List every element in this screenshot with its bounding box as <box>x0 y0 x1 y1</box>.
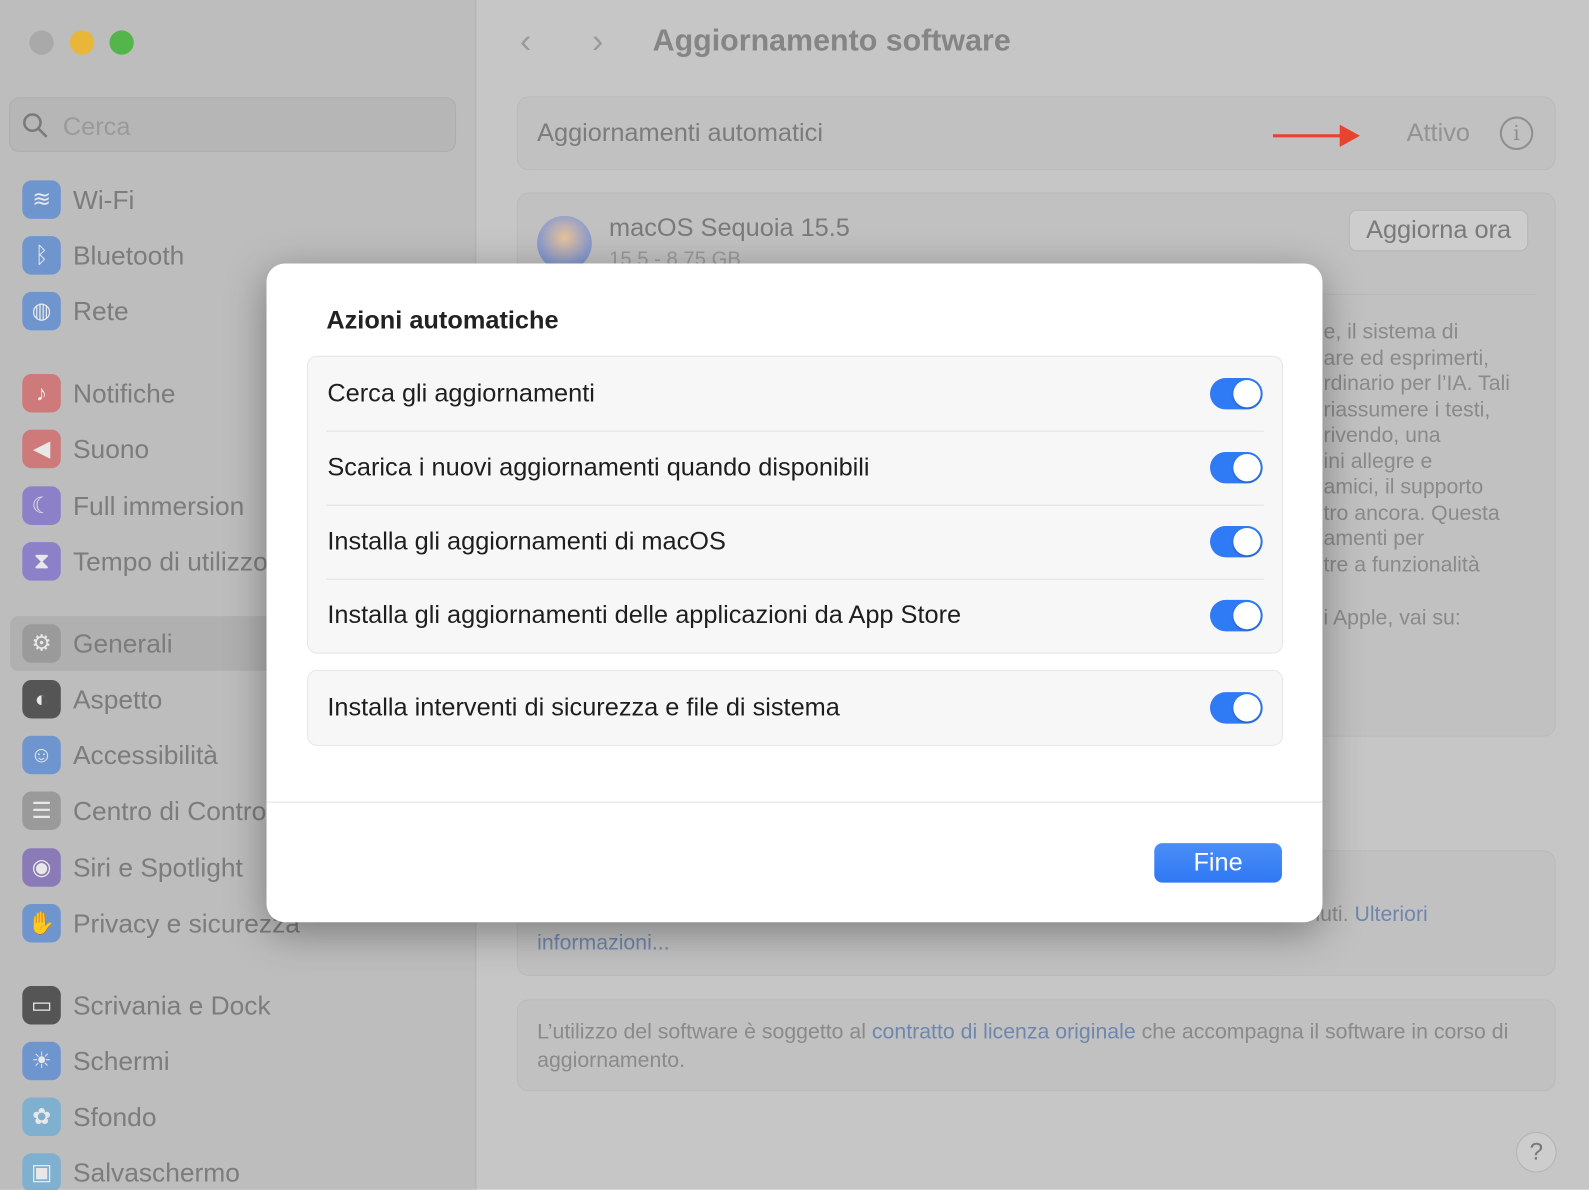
moon-icon: ☾ <box>22 486 61 525</box>
sidebar-item-label: Schermi <box>72 1045 170 1077</box>
setting-row: Installa interventi di sicurezza e file … <box>308 671 1282 745</box>
auto-updates-row[interactable]: Aggiornamenti automatici Attivo i <box>516 96 1556 171</box>
setting-toggle[interactable] <box>1209 599 1263 632</box>
sidebar-item-label: Bluetooth <box>72 240 185 271</box>
setting-toggle[interactable] <box>1209 525 1263 558</box>
speaker-icon: ◀ <box>22 429 61 469</box>
sidebar-item-label: Notifiche <box>72 377 176 409</box>
auto-updates-value: Attivo <box>1406 118 1470 147</box>
sidebar-item-label: Generali <box>72 628 173 659</box>
sidebar-item-scrivania-e-dock[interactable]: ▭ Scrivania e Dock <box>10 978 466 1033</box>
accessibility-icon: ☺ <box>22 735 61 775</box>
sidebar-item-label: Accessibilità <box>72 739 218 771</box>
wifi-icon: ≋ <box>22 180 61 219</box>
flower-icon: ✿ <box>22 1097 61 1137</box>
setting-toggle[interactable] <box>1209 692 1263 724</box>
description-line: tre a funzionalità <box>1323 552 1480 577</box>
forward-button[interactable]: › <box>592 22 603 62</box>
globe-icon: ◍ <box>22 291 61 331</box>
setting-label: Installa interventi di sicurezza e file … <box>327 693 840 722</box>
back-button[interactable]: ‹ <box>520 22 531 62</box>
sidebar-item-schermi[interactable]: ☀ Schermi <box>10 1034 466 1089</box>
help-button[interactable]: ? <box>1516 1131 1557 1173</box>
zoom-window-button[interactable] <box>109 30 134 55</box>
dock-icon: ▭ <box>22 986 61 1025</box>
sidebar-item-salvaschermo[interactable]: ▣ Salvaschermo <box>10 1145 466 1190</box>
search-placeholder: Cerca <box>62 112 131 141</box>
bluetooth-icon: ᛒ <box>22 236 61 275</box>
description-line: tro ancora. Questa <box>1323 501 1500 525</box>
screensaver-icon: ▣ <box>22 1153 61 1190</box>
setting-label: Installa gli aggiornamenti di macOS <box>327 526 726 556</box>
sidebar-item-label: Wi-Fi <box>72 184 135 215</box>
setting-label: Installa gli aggiornamenti delle applica… <box>327 600 962 630</box>
description-line: rivendo, una <box>1323 423 1441 447</box>
more-info-link-2[interactable]: informazioni... <box>537 930 669 956</box>
description-line: e, il sistema di <box>1323 320 1459 344</box>
automatic-actions-dialog: Azioni automatiche Cerca gli aggiornamen… <box>266 263 1323 923</box>
sidebar-item-label: Suono <box>72 433 150 465</box>
setting-row: Installa gli aggiornamenti di macOS <box>308 504 1282 579</box>
close-window-button[interactable] <box>29 30 54 55</box>
setting-label: Cerca gli aggiornamenti <box>327 379 595 408</box>
hand-icon: ✋ <box>22 903 61 943</box>
setting-toggle[interactable] <box>1209 377 1263 410</box>
dialog-title: Azioni automatiche <box>326 306 559 335</box>
macos-sequoia-icon <box>537 215 592 271</box>
setting-row: Cerca gli aggiornamenti <box>308 357 1282 431</box>
sidebar-item-label: Siri e Spotlight <box>72 852 243 883</box>
description-tail: i Apple, vai su: <box>1323 606 1461 630</box>
control-center-icon: ☰ <box>22 791 61 830</box>
more-info-link[interactable]: Ulteriori <box>1354 903 1427 926</box>
sidebar-item-label: Centro di Controllo <box>72 795 293 826</box>
bell-icon: ♪ <box>22 373 61 413</box>
description-line: ini allegre e <box>1323 449 1433 473</box>
dialog-divider <box>266 801 1323 803</box>
sidebar-item-label: Full immersion <box>72 490 245 521</box>
description-line: rdinario per l’IA. Tali <box>1323 371 1510 396</box>
minimize-window-button[interactable] <box>69 30 95 55</box>
sun-icon: ☀ <box>22 1041 61 1081</box>
update-name: macOS Sequoia 15.5 <box>609 213 850 243</box>
auto-updates-label: Aggiornamenti automatici <box>537 118 823 147</box>
sidebar-item-wi-fi[interactable]: ≋ Wi-Fi <box>10 172 466 227</box>
setting-toggle[interactable] <box>1209 451 1263 484</box>
license-card: L’utilizzo del software è soggetto al co… <box>516 999 1556 1092</box>
search-input[interactable]: Cerca <box>9 97 457 153</box>
sidebar-item-label: Salvaschermo <box>72 1157 240 1188</box>
appearance-icon: ◐ <box>22 679 61 719</box>
page-title: Aggiornamento software <box>652 24 1011 58</box>
sidebar-item-label: Sfondo <box>72 1101 157 1132</box>
sidebar-item-label: Tempo di utilizzo <box>72 546 268 577</box>
update-now-button[interactable]: Aggiorna ora <box>1348 209 1529 252</box>
license-link[interactable]: contratto di licenza originale <box>872 1020 1136 1043</box>
sidebar-item-label: Scrivania e Dock <box>72 990 271 1021</box>
search-icon <box>23 113 48 138</box>
sidebar-item-sfondo[interactable]: ✿ Sfondo <box>10 1089 466 1144</box>
security-group: Installa interventi di sicurezza e file … <box>307 669 1283 746</box>
setting-label: Scarica i nuovi aggiornamenti quando dis… <box>327 452 870 482</box>
description-line: amenti per <box>1323 526 1425 551</box>
info-icon[interactable]: i <box>1499 116 1534 150</box>
gear-icon: ⚙ <box>22 624 61 663</box>
description-line: riassumere i testi, <box>1323 397 1491 422</box>
description-line: amici, il supporto <box>1323 475 1484 499</box>
sidebar-item-label: Privacy e sicurezza <box>72 908 300 939</box>
license-text: L’utilizzo del software è soggetto al <box>537 1020 872 1044</box>
done-button[interactable]: Fine <box>1154 843 1282 883</box>
description-line: are ed esprimerti, <box>1323 346 1490 370</box>
siri-icon: ◉ <box>22 848 61 887</box>
red-arrow-annotation <box>1272 124 1360 147</box>
setting-row: Scarica i nuovi aggiornamenti quando dis… <box>308 430 1282 505</box>
updates-group: Cerca gli aggiornamenti Scarica i nuovi a… <box>307 355 1283 654</box>
hourglass-icon: ⧗ <box>22 542 61 581</box>
sidebar-item-label: Aspetto <box>72 684 163 715</box>
setting-row: Installa gli aggiornamenti delle applica… <box>308 578 1282 653</box>
sidebar-item-label: Rete <box>72 295 129 327</box>
